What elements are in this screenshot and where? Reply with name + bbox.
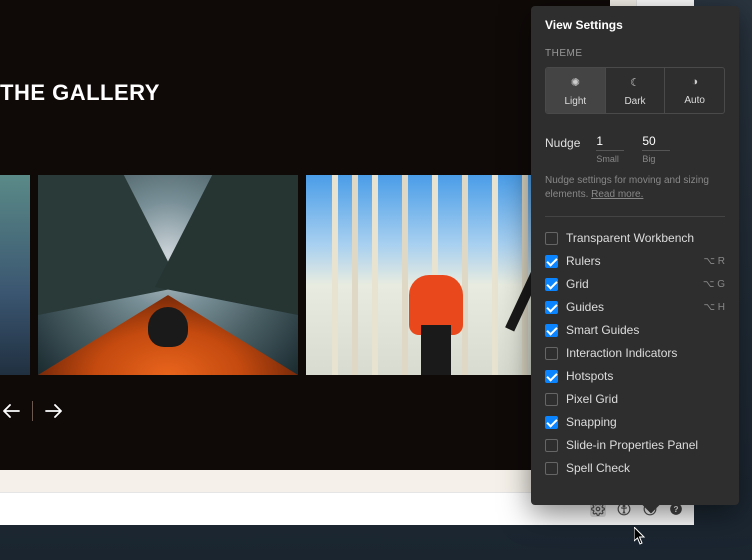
checkbox[interactable] <box>545 462 558 475</box>
view-option-row[interactable]: Grid ⌥ G <box>545 277 725 291</box>
divider <box>32 401 33 421</box>
sun-icon: ✺ <box>546 76 605 89</box>
nudge-label: Nudge <box>545 134 580 150</box>
prev-arrow-button[interactable] <box>0 400 22 422</box>
view-option-row[interactable]: Guides ⌥ H <box>545 300 725 314</box>
option-label: Hotspots <box>566 369 725 383</box>
keyboard-shortcut: ⌥ H <box>703 302 725 313</box>
theme-auto-button[interactable]: ◑ Auto <box>665 68 724 113</box>
divider <box>545 216 725 217</box>
view-option-row[interactable]: Rulers ⌥ R <box>545 254 725 268</box>
option-label: Smart Guides <box>566 323 725 337</box>
theme-section-label: THEME <box>545 48 725 59</box>
view-option-row[interactable]: Transparent Workbench <box>545 231 725 245</box>
checkbox[interactable] <box>545 393 558 406</box>
view-option-row[interactable]: Pixel Grid <box>545 392 725 406</box>
view-option-row[interactable]: Spell Check <box>545 461 725 475</box>
view-options-list: Transparent Workbench Rulers ⌥ R Grid ⌥ G Gui… <box>545 231 725 475</box>
theme-dark-button[interactable]: ☾ Dark <box>606 68 666 113</box>
view-settings-panel: View Settings THEME ✺ Light ☾ Dark ◑ Aut… <box>531 6 739 505</box>
page-title: THE GALLERY <box>0 80 160 106</box>
checkbox[interactable] <box>545 324 558 337</box>
nudge-big-caption: Big <box>642 154 670 164</box>
moon-icon: ☾ <box>606 76 665 89</box>
half-moon-icon: ◑ <box>665 76 724 88</box>
checkbox[interactable] <box>545 255 558 268</box>
option-label: Rulers <box>566 254 695 268</box>
nudge-description: Nudge settings for moving and sizing ele… <box>545 174 725 202</box>
read-more-link[interactable]: Read more. <box>591 189 643 200</box>
nudge-small-caption: Small <box>596 154 624 164</box>
nudge-big-input[interactable]: 50 <box>642 134 670 151</box>
gallery-image[interactable] <box>38 175 298 375</box>
svg-text:?: ? <box>674 505 679 514</box>
theme-light-button[interactable]: ✺ Light <box>546 68 606 113</box>
theme-label: Light <box>564 96 586 107</box>
view-option-row[interactable]: Slide-in Properties Panel <box>545 438 725 452</box>
option-label: Interaction Indicators <box>566 346 725 360</box>
view-option-row[interactable]: Snapping <box>545 415 725 429</box>
checkbox[interactable] <box>545 278 558 291</box>
gallery-image[interactable] <box>306 175 566 375</box>
checkbox[interactable] <box>545 370 558 383</box>
nudge-row: Nudge 1 Small 50 Big <box>545 134 725 164</box>
theme-selector: ✺ Light ☾ Dark ◑ Auto <box>545 67 725 114</box>
view-option-row[interactable]: Interaction Indicators <box>545 346 725 360</box>
nudge-small-input[interactable]: 1 <box>596 134 624 151</box>
keyboard-shortcut: ⌥ G <box>703 279 725 290</box>
gallery-image[interactable] <box>0 175 30 375</box>
checkbox[interactable] <box>545 301 558 314</box>
design-canvas[interactable]: THE GALLERY <box>0 0 610 470</box>
option-label: Guides <box>566 300 695 314</box>
gallery-nav <box>0 400 65 422</box>
keyboard-shortcut: ⌥ R <box>703 256 725 267</box>
checkbox[interactable] <box>545 416 558 429</box>
theme-label: Dark <box>624 96 645 107</box>
option-label: Pixel Grid <box>566 392 725 406</box>
checkbox[interactable] <box>545 232 558 245</box>
option-label: Grid <box>566 277 695 291</box>
option-label: Spell Check <box>566 461 725 475</box>
option-label: Transparent Workbench <box>566 231 725 245</box>
view-option-row[interactable]: Hotspots <box>545 369 725 383</box>
theme-label: Auto <box>684 95 705 106</box>
option-label: Snapping <box>566 415 725 429</box>
option-label: Slide-in Properties Panel <box>566 438 725 452</box>
view-option-row[interactable]: Smart Guides <box>545 323 725 337</box>
checkbox[interactable] <box>545 439 558 452</box>
panel-title: View Settings <box>545 18 725 32</box>
next-arrow-button[interactable] <box>43 400 65 422</box>
checkbox[interactable] <box>545 347 558 360</box>
